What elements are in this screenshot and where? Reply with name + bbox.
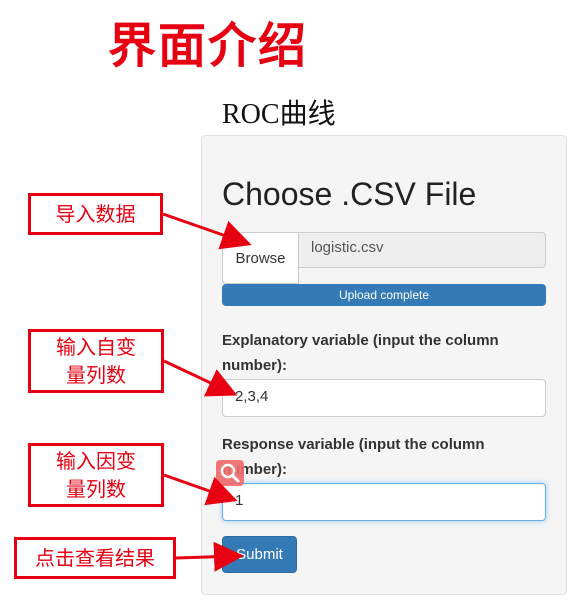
upload-progress: Upload complete — [222, 284, 546, 306]
response-label: Response variable (input the column numb… — [222, 436, 485, 478]
response-input[interactable]: 1 — [222, 483, 546, 521]
explanatory-label: Explanatory variable (input the column n… — [222, 332, 499, 374]
panel-heading: Choose .CSV File — [222, 176, 477, 212]
callout-response-line1: 输入因变 — [56, 449, 136, 473]
callout-explanatory-line1: 输入自变 — [56, 335, 136, 359]
upload-progress-bar: Upload complete — [222, 284, 546, 306]
page-title: 界面介绍 — [108, 18, 309, 74]
submit-button[interactable]: Submit — [222, 536, 297, 573]
callout-response-line2: 量列数 — [66, 477, 126, 501]
search-icon[interactable] — [216, 460, 244, 486]
explanatory-input[interactable]: 2,3,4 — [222, 379, 546, 417]
callout-import-data: 导入数据 — [28, 193, 163, 235]
file-panel: Choose .CSV File Browse logistic.csv Upl… — [201, 135, 567, 595]
callout-submit: 点击查看结果 — [14, 537, 176, 579]
section-title: ROC曲线 — [222, 99, 336, 130]
browse-button[interactable]: Browse — [222, 232, 299, 284]
callout-explanatory-line2: 量列数 — [66, 363, 126, 387]
file-name-field: logistic.csv — [299, 232, 546, 268]
callout-explanatory: 输入自变 量列数 — [28, 329, 164, 393]
callout-response: 输入因变 量列数 — [28, 443, 164, 507]
